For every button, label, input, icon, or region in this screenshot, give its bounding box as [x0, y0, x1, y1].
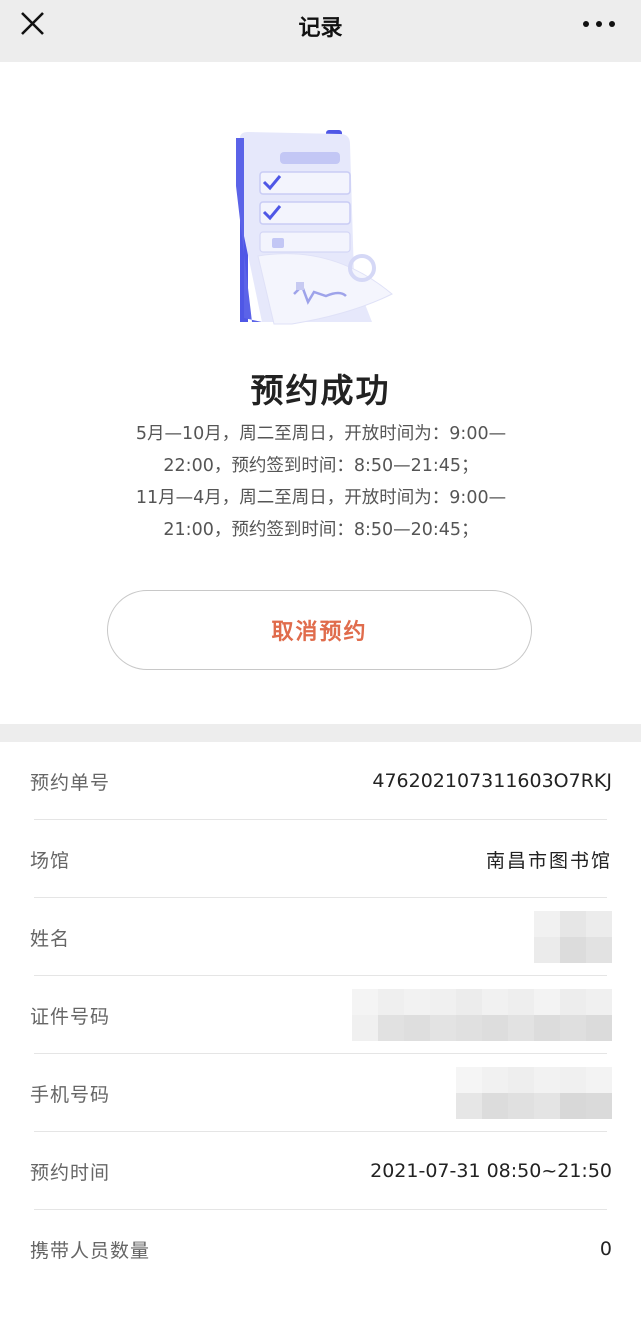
redacted-name [534, 911, 612, 963]
detail-label: 证件号码 [30, 1005, 111, 1028]
detail-label: 携带人员数量 [30, 1239, 151, 1262]
detail-label: 场馆 [30, 849, 71, 872]
detail-label: 预约时间 [30, 1161, 111, 1184]
detail-label: 姓名 [30, 927, 71, 950]
cancel-reservation-button[interactable]: 取消预约 [107, 590, 532, 670]
notice-line: 11月—4月，周二至周日，开放时间为：9:00— [135, 488, 507, 508]
reservation-time-value: 2021-07-31 08:50~21:50 [370, 1160, 612, 1182]
notice-line: 21:00，预约签到时间：8:50—20:45； [163, 520, 479, 540]
section-divider [0, 724, 641, 742]
venue-value: 南昌市图书馆 [485, 849, 612, 872]
detail-row-id-number: 证件号码 [0, 976, 641, 1054]
page-title: 记录 [298, 16, 343, 41]
detail-row-name: 姓名 [0, 898, 641, 976]
redacted-id-number [352, 989, 612, 1041]
detail-row-phone: 手机号码 [0, 1054, 641, 1132]
detail-label: 预约单号 [30, 771, 111, 794]
detail-row-time: 预约时间 2021-07-31 08:50~21:50 [0, 1132, 641, 1210]
order-number-value: 476202107311603O7RKJ [372, 770, 612, 792]
companions-value: 0 [599, 1238, 612, 1260]
opening-hours-notice: 5月—10月，周二至周日，开放时间为：9:00— 22:00，预约签到时间：8:… [96, 418, 546, 546]
success-headline: 预约成功 [250, 371, 391, 410]
notice-line: 22:00，预约签到时间：8:50—21:45； [163, 456, 479, 476]
more-icon [583, 21, 615, 27]
detail-label: 手机号码 [30, 1083, 111, 1106]
detail-row-order-no: 预约单号 476202107311603O7RKJ [0, 742, 641, 820]
detail-row-companions: 携带人员数量 0 [0, 1210, 641, 1288]
redacted-phone [456, 1067, 612, 1119]
success-illustration [236, 130, 393, 325]
detail-row-venue: 场馆 南昌市图书馆 [0, 820, 641, 898]
notice-line: 5月—10月，周二至周日，开放时间为：9:00— [135, 424, 507, 444]
nav-bar: 记录 [0, 0, 641, 62]
reservation-details: 预约单号 476202107311603O7RKJ 场馆 南昌市图书馆 姓名 证… [0, 742, 641, 1288]
more-button[interactable] [577, 8, 621, 40]
